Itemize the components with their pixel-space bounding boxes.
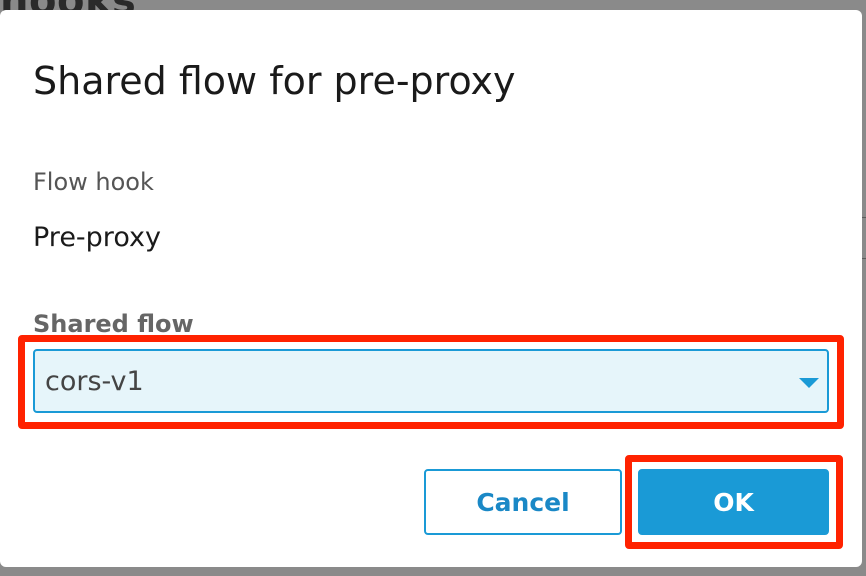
flow-hook-label: Flow hook [33,168,154,196]
dialog-title: Shared flow for pre-proxy [33,59,516,103]
cancel-button[interactable]: Cancel [424,469,622,535]
flow-hook-value: Pre-proxy [33,222,161,253]
chevron-down-icon [799,378,819,388]
shared-flow-label: Shared flow [33,310,194,338]
shared-flow-selected-value: cors-v1 [45,366,144,397]
shared-flow-select[interactable]: cors-v1 [33,349,829,413]
ok-button[interactable]: OK [638,469,829,535]
